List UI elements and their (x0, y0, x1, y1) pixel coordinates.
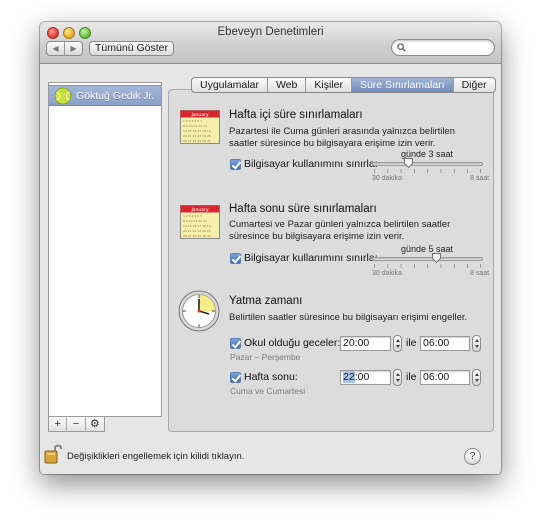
minutes: :00 (354, 371, 370, 383)
user-list-item[interactable]: Göktuğ Gedik Jr. (49, 85, 161, 106)
remove-user-button[interactable]: − (67, 417, 86, 431)
calendar-month: January (190, 207, 208, 213)
weekend-bedtime-from-stepper[interactable] (393, 369, 402, 386)
user-list[interactable]: Göktuğ Gedik Jr. (48, 82, 162, 417)
weekend-limit-label: Bilgisayar kullanımını sınırla: (244, 252, 378, 264)
forward-button[interactable]: ▶ (64, 42, 82, 55)
weekend-bedtime-label: Hafta sonu: (244, 371, 298, 383)
weekend-bedtime-to-field[interactable]: 06:00 (420, 370, 470, 385)
tab-other[interactable]: Diğer (452, 78, 495, 92)
user-list-buttons: + − ⚙ (48, 417, 105, 432)
weekend-slider-max: 8 saat (470, 270, 490, 277)
weekend-bedtime-checkbox[interactable] (230, 372, 241, 383)
title-bar: Ebeveyn Denetimleri ◀ ▶ Tümünü Göster (40, 22, 501, 64)
weekday-title: Hafta içi süre sınırlamaları (229, 109, 363, 121)
add-user-button[interactable]: + (49, 417, 68, 431)
calendar-icon: January 1 2 3 4 5 6 78 9 10 11 12 13 14 … (180, 110, 220, 144)
calendar-icon: January 1 2 3 4 5 6 78 9 10 11 12 13 14 … (180, 205, 220, 239)
calendar-month: January (190, 112, 208, 118)
tab-people[interactable]: Kişiler (305, 78, 351, 92)
weekend-title: Hafta sonu süre sınırlamaları (229, 203, 377, 215)
weekend-limit-checkbox[interactable] (230, 253, 241, 264)
show-all-button[interactable]: Tümünü Göster (89, 41, 174, 56)
action-gear-icon[interactable]: ⚙ (86, 417, 104, 431)
weekday-slider-max: 8 saat (470, 175, 490, 182)
tab-bar: Uygulamalar Web Kişiler Süre Sınırlamala… (191, 77, 496, 93)
to-label: ile (406, 337, 417, 349)
school-nights-checkbox[interactable] (230, 338, 241, 349)
school-nights-to-field[interactable]: 06:00 (420, 336, 470, 351)
open-lock-icon[interactable] (44, 442, 62, 464)
weekend-bedtime-to-stepper[interactable] (472, 369, 481, 386)
school-nights-days: Pazar – Perşembe (230, 352, 301, 362)
clock-icon (178, 290, 220, 332)
school-nights-label: Okul olduğu geceler: (244, 337, 341, 349)
search-field[interactable] (391, 39, 495, 56)
bedtime-title: Yatma zamanı (229, 295, 303, 307)
bedtime-description: Belirtilen saatler süresince bu bilgisay… (229, 312, 468, 323)
weekend-bedtime-from-field[interactable]: 22:00 (340, 370, 391, 385)
preferences-window: Ebeveyn Denetimleri ◀ ▶ Tümünü Göster Gö… (40, 22, 501, 474)
search-icon (397, 43, 406, 52)
weekday-limit-label: Bilgisayar kullanımını sınırla: (244, 158, 378, 170)
weekday-slider-min: 30 dakika (372, 175, 402, 182)
weekend-bedtime-days: Cuma ve Cumartesi (230, 386, 306, 396)
user-name: Göktuğ Gedik Jr. (76, 90, 155, 102)
weekday-slider-track[interactable] (372, 162, 483, 166)
help-button[interactable]: ? (464, 448, 481, 465)
weekend-slider-min: 30 dakika (372, 270, 402, 277)
school-nights-from-stepper[interactable] (393, 335, 402, 352)
weekday-description: Pazartesi ile Cuma günleri arasında yaln… (229, 126, 456, 149)
lock-message: Değişiklikleri engellemek için kilidi tı… (67, 451, 245, 462)
selected-hour: 22 (343, 371, 355, 383)
weekend-slider-ticks (374, 264, 481, 268)
weekend-slider-track[interactable] (372, 257, 483, 261)
window-title: Ebeveyn Denetimleri (217, 26, 324, 38)
tennis-ball-avatar-icon (54, 87, 72, 105)
status-bar: Değişiklikleri engellemek için kilidi tı… (40, 435, 501, 474)
tab-web[interactable]: Web (266, 78, 305, 92)
weekend-slider-thumb[interactable] (431, 253, 441, 263)
weekday-slider-ticks (374, 169, 481, 173)
weekend-slider-value: günde 5 saat (401, 244, 454, 254)
tab-time-limits[interactable]: Süre Sınırlamaları (350, 78, 453, 92)
weekend-description: Cumartesi ve Pazar günleri yalnızca beli… (229, 219, 451, 242)
school-nights-to-stepper[interactable] (472, 335, 481, 352)
to-label: ile (406, 371, 417, 383)
back-forward-control: ◀ ▶ (46, 41, 83, 56)
school-nights-from-field[interactable]: 20:00 (340, 336, 391, 351)
back-button[interactable]: ◀ (47, 42, 64, 55)
weekday-slider-thumb[interactable] (403, 158, 413, 168)
tab-applications[interactable]: Uygulamalar (192, 78, 267, 92)
weekday-limit-checkbox[interactable] (230, 159, 241, 170)
